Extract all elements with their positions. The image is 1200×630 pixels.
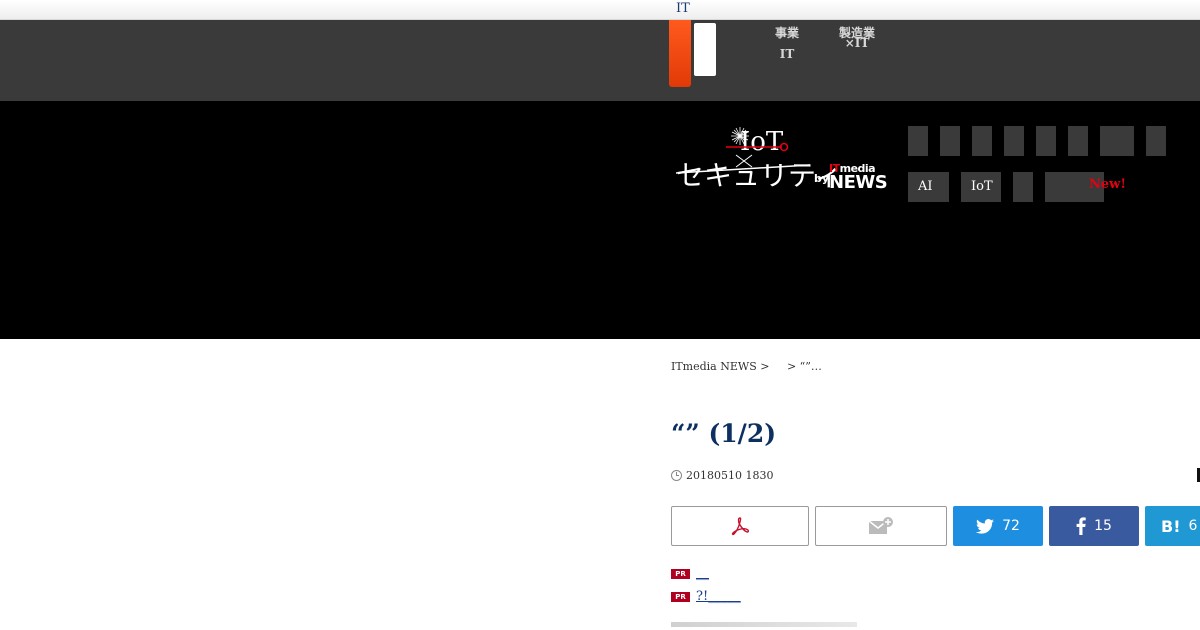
breadcrumb-home[interactable]: ITmedia NEWS > (671, 360, 769, 373)
twitter-icon (976, 518, 995, 534)
twitter-count: 72 (1002, 518, 1020, 534)
top-strip: IT (0, 0, 1200, 20)
faded-text-line (671, 622, 857, 627)
mail-add-icon (868, 517, 893, 534)
logo-byline: by (814, 172, 830, 185)
nav-item[interactable] (1004, 126, 1024, 156)
site-header: 事業 IT 製造業 ×IT (0, 20, 1200, 101)
pr-link-row: PR __ (671, 566, 709, 581)
pdf-icon (731, 517, 750, 536)
breadcrumb: ITmedia NEWS > > “”… (671, 360, 836, 373)
white-tab[interactable] (694, 23, 716, 76)
nav-item[interactable] (1036, 126, 1056, 156)
pr-badge: PR (671, 591, 690, 602)
header-link-business[interactable]: 事業 IT (770, 23, 804, 65)
facebook-count: 15 (1094, 518, 1112, 534)
facebook-share-button[interactable]: 15 (1049, 506, 1139, 546)
pr-badge: PR (671, 568, 690, 579)
new-badge: New! (1089, 177, 1127, 192)
article-title: “” (1/2) (671, 419, 777, 448)
hatena-icon: B! (1161, 516, 1181, 536)
pr-link-row: PR ?!_____ (671, 589, 741, 604)
date-text: 20180510 1830 (686, 469, 774, 482)
nav-item[interactable] (1013, 172, 1033, 202)
breadcrumb-current[interactable]: > “”… (787, 360, 822, 373)
pdf-button[interactable] (671, 506, 809, 546)
nav-item[interactable] (1068, 126, 1088, 156)
clock-icon (671, 470, 682, 481)
hatena-count: 6 (1188, 518, 1198, 534)
logo-news: NEWS (829, 172, 888, 193)
nav-item[interactable] (1146, 126, 1166, 156)
header-link-manufacturing[interactable]: 製造業 ×IT (838, 23, 876, 49)
nav-item-ai[interactable]: AI (908, 172, 949, 202)
nav-item[interactable] (972, 126, 992, 156)
logo-iot-text: IoT (740, 127, 784, 157)
twitter-share-button[interactable]: 72 (953, 506, 1043, 546)
header-link-line1: 事業 (774, 26, 799, 40)
nav-item[interactable] (908, 126, 928, 156)
nav-item[interactable] (940, 126, 960, 156)
nav-item-iot[interactable]: IoT (961, 172, 1001, 202)
mail-subscribe-button[interactable] (815, 506, 947, 546)
article-date: 20180510 1830 (671, 469, 773, 482)
nav-item[interactable] (1100, 126, 1134, 156)
pr-link[interactable]: ?!_____ (696, 589, 741, 604)
orange-tab[interactable] (669, 20, 691, 87)
header-link-line2: IT (779, 47, 795, 61)
hatena-bookmark-button[interactable]: B! 6 (1145, 506, 1200, 546)
facebook-icon (1076, 517, 1086, 535)
pr-link[interactable]: __ (696, 566, 709, 581)
banner: IoT セキュリティ ITmedia by NEWS AI IoT New! (0, 101, 1200, 339)
top-strip-label[interactable]: IT (676, 1, 690, 16)
